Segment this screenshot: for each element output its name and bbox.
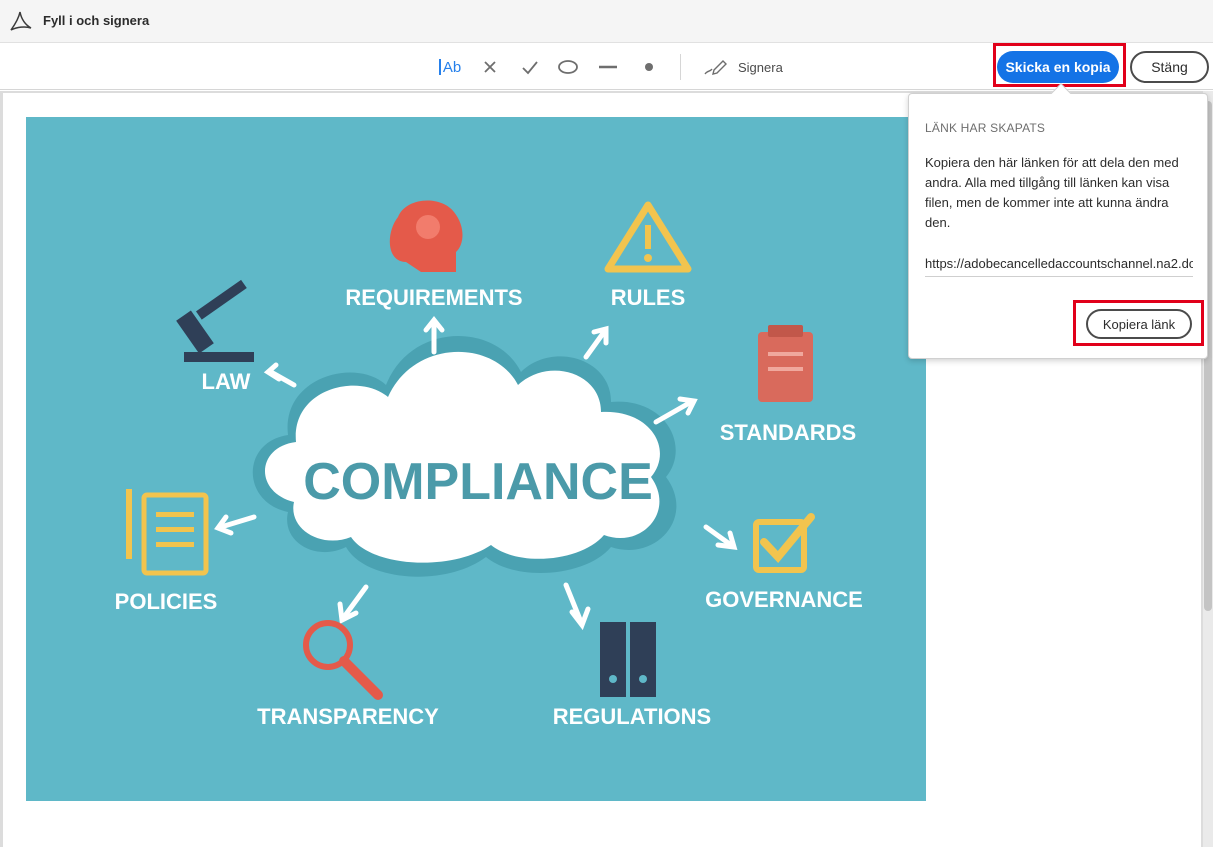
cross-icon: [484, 61, 496, 73]
text-cursor-icon: [438, 59, 441, 75]
checkmark-icon: [522, 61, 538, 75]
standards-icon: [758, 325, 813, 402]
dot-icon: [645, 63, 653, 71]
pen-icon: [704, 60, 727, 75]
line-icon: [599, 65, 617, 69]
acrobat-logo-icon: [10, 11, 32, 31]
copy-link-button[interactable]: Kopiera länk: [1086, 309, 1192, 339]
app-title: Fyll i och signera: [43, 13, 150, 28]
label-requirements: REQUIREMENTS: [345, 285, 522, 310]
center-title: COMPLIANCE: [303, 453, 653, 511]
send-copy-button[interactable]: Skicka en kopia: [997, 51, 1119, 83]
label-rules: RULES: [611, 285, 686, 310]
label-standards: STANDARDS: [720, 420, 856, 445]
label-policies: POLICIES: [115, 589, 218, 614]
label-governance: GOVERNANCE: [705, 587, 863, 612]
sign-label: Signera: [738, 59, 783, 75]
toolbar-divider: [680, 54, 681, 80]
ellipse-icon: [558, 60, 578, 74]
compliance-illustration: COMPLIANCE REQUIREMENTS RULES LAW STANDA…: [26, 117, 926, 801]
share-link-popover: LÄNK HAR SKAPATS Kopiera den här länken …: [908, 83, 1208, 359]
dot-tool[interactable]: [641, 55, 657, 79]
checkmark-tool[interactable]: [519, 55, 541, 79]
label-regulations: REGULATIONS: [553, 704, 711, 729]
title-bar: Fyll i och signera: [0, 0, 1213, 43]
label-law: LAW: [202, 369, 251, 394]
line-tool[interactable]: [597, 55, 619, 79]
cross-mark-tool[interactable]: [480, 55, 500, 79]
share-link-field[interactable]: [925, 250, 1193, 277]
popover-heading: LÄNK HAR SKAPATS: [925, 121, 1046, 135]
text-tool-label: Ab: [442, 58, 462, 76]
sign-tool[interactable]: Signera: [702, 55, 792, 79]
close-button[interactable]: Stäng: [1130, 51, 1209, 83]
ellipse-tool[interactable]: [556, 55, 580, 79]
popover-description: Kopiera den här länken för att dela den …: [925, 155, 1179, 230]
label-transparency: TRANSPARENCY: [257, 704, 439, 729]
add-text-tool[interactable]: Ab: [436, 55, 464, 79]
